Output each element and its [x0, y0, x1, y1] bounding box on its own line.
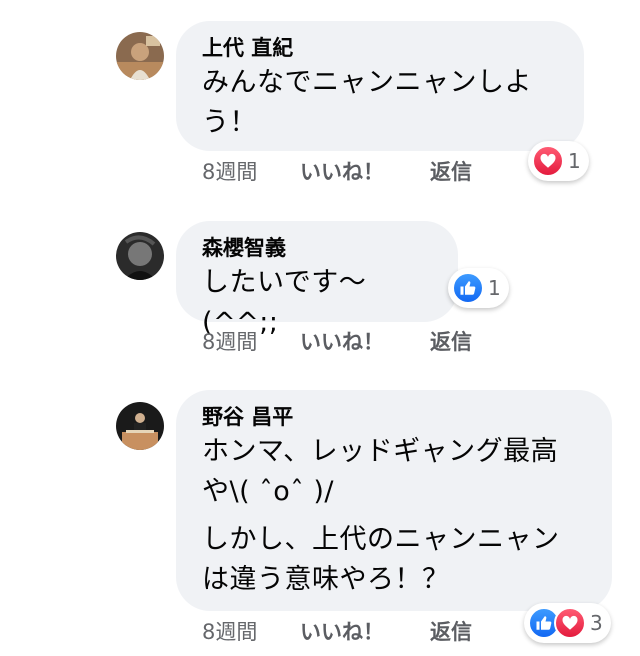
reaction-summary[interactable]: 3 [524, 603, 611, 643]
like-link[interactable]: いいね！ [300, 327, 384, 357]
love-reaction-icon [532, 145, 564, 177]
avatar[interactable] [116, 402, 164, 450]
reaction-count: 3 [590, 611, 603, 635]
comment-bubble: 森櫻智義 したいです〜(^^;; [176, 221, 458, 338]
reply-link[interactable]: 返信 [430, 327, 472, 357]
comment-bubble: 上代 直紀 みんなでニャンニャンしよ う！ [176, 21, 584, 151]
avatar[interactable] [116, 32, 164, 80]
avatar[interactable] [116, 232, 164, 280]
comment-text: ホンマ、レッドギャング最高 や\( ˆoˆ )/ [202, 436, 559, 507]
like-reaction-icon [452, 272, 484, 304]
reply-link[interactable]: 返信 [430, 157, 472, 187]
like-link[interactable]: いいね！ [300, 157, 384, 187]
reply-link[interactable]: 返信 [430, 617, 472, 647]
reaction-summary[interactable]: 1 [528, 141, 589, 181]
like-link[interactable]: いいね！ [300, 617, 384, 647]
comment-text: みんなでニャンニャンしよ う！ [202, 67, 532, 138]
comment-author[interactable]: 上代 直紀 [202, 33, 558, 63]
comment-author[interactable]: 森櫻智義 [202, 233, 438, 263]
timestamp[interactable]: 8週間 [202, 617, 257, 647]
comment-author[interactable]: 野谷 昌平 [202, 402, 586, 432]
timestamp[interactable]: 8週間 [202, 327, 257, 357]
comment-bubble: 野谷 昌平 ホンマ、レッドギャング最高 や\( ˆoˆ )/ しかし、上代のニャ… [176, 390, 612, 611]
comment-text-continued: しかし、上代のニャンニャン は違う意味やろ！？ [202, 524, 560, 595]
reaction-count: 1 [488, 276, 501, 300]
timestamp[interactable]: 8週間 [202, 157, 257, 187]
reaction-count: 1 [568, 149, 581, 173]
reaction-summary[interactable]: 1 [448, 268, 509, 308]
love-reaction-icon [554, 607, 586, 639]
